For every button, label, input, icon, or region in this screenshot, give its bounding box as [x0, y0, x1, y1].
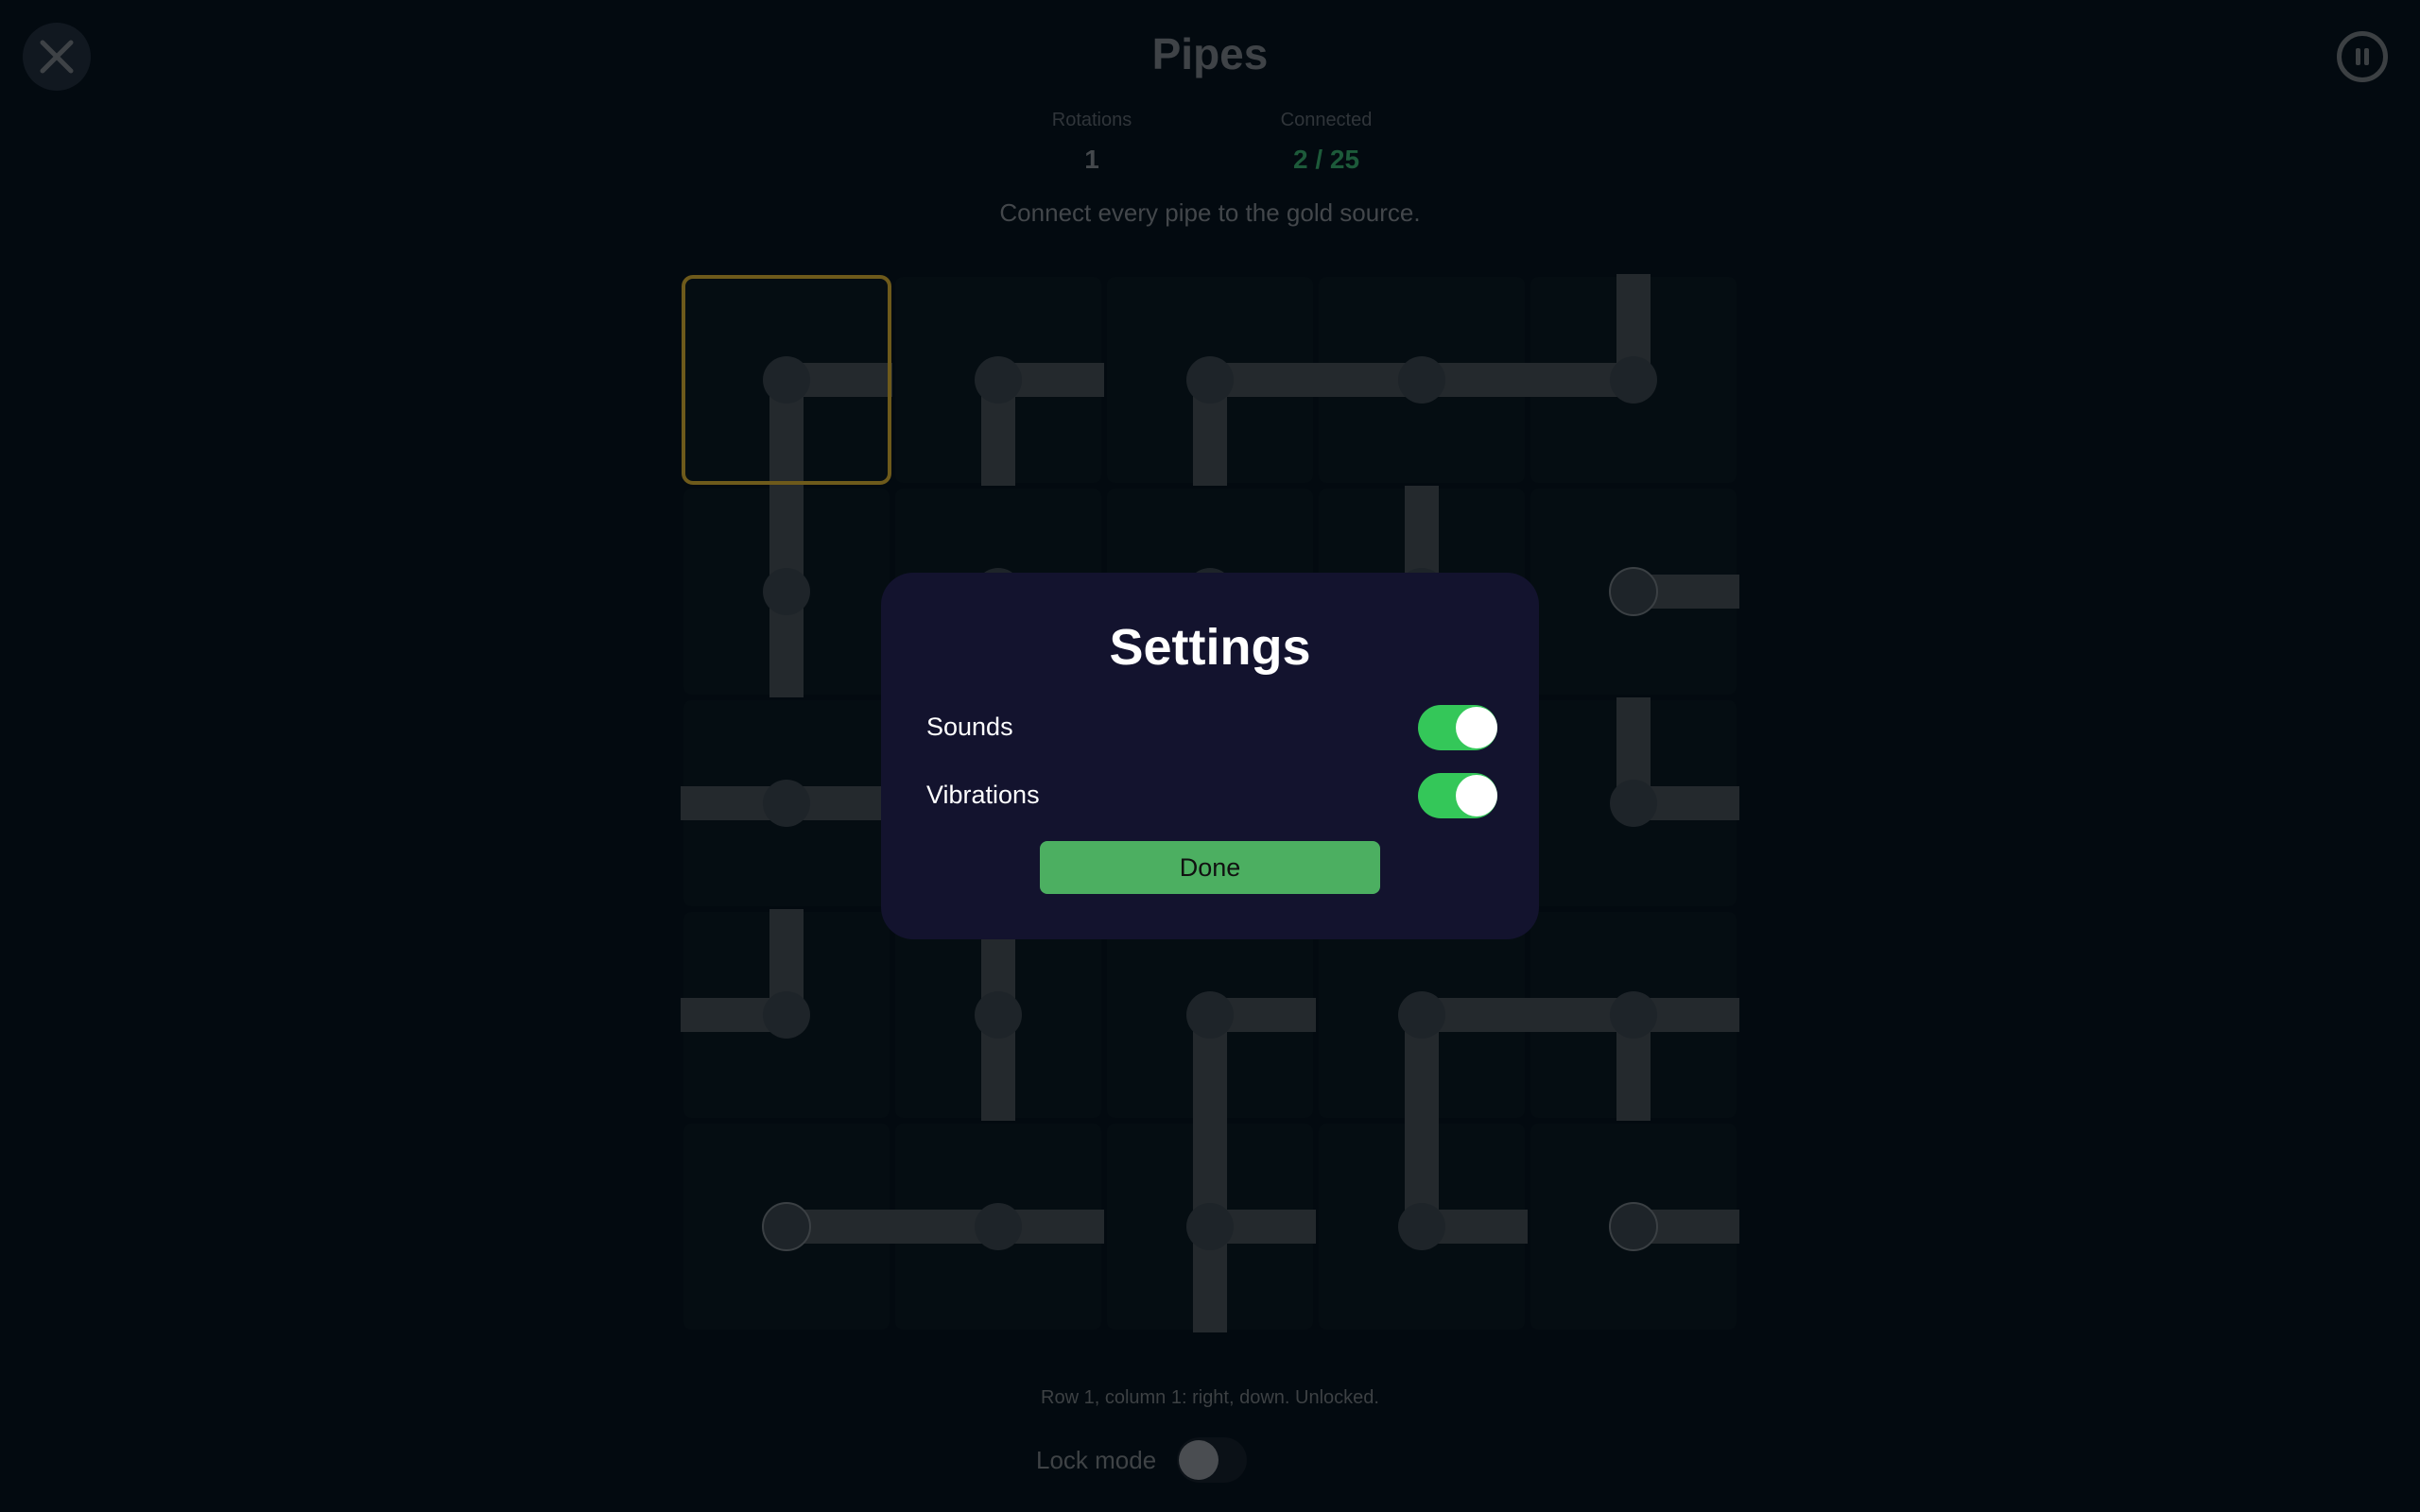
lock-mode-row: Lock mode — [1036, 1436, 1248, 1484]
pipe-joint — [1610, 780, 1657, 827]
pipe-joint — [763, 356, 810, 404]
pipe-joint — [1186, 356, 1234, 404]
sounds-toggle[interactable] — [1418, 705, 1497, 750]
pipe-joint — [1186, 1203, 1234, 1250]
pipe-joint — [1610, 991, 1657, 1039]
pipe-tile[interactable] — [1530, 697, 1739, 906]
pipe-endpoint — [762, 1202, 811, 1251]
pipe-tile[interactable] — [681, 909, 890, 1118]
connected-stat: Connected 2 / 25 — [1213, 110, 1440, 175]
pipe-tile[interactable] — [1528, 274, 1737, 483]
vibrations-label: Vibrations — [926, 781, 1040, 809]
vibrations-toggle-knob — [1456, 775, 1497, 816]
game-title: Pipes — [1151, 29, 1269, 78]
pipe-tile[interactable] — [1107, 912, 1316, 1121]
lock-mode-label: Lock mode — [1036, 1445, 1157, 1474]
lock-mode-toggle[interactable] — [1177, 1437, 1248, 1483]
pipe-joint — [1398, 356, 1445, 404]
pipe-endpoint — [1609, 567, 1658, 616]
pipe-joint — [1398, 1203, 1445, 1250]
pipe-tile[interactable] — [895, 277, 1104, 486]
connected-value: 2 / 25 — [1292, 145, 1360, 174]
pipe-tile[interactable] — [1319, 912, 1528, 1121]
pipe-tile[interactable] — [1107, 1121, 1316, 1332]
pipe-joint — [1186, 991, 1234, 1039]
pipe-joint — [975, 991, 1022, 1039]
pipe-joint — [763, 991, 810, 1039]
game-screen: Pipes Rotations 1 Connected 2 / 25 Conne… — [0, 0, 2420, 1512]
instruction-text: Connect every pipe to the gold source. — [999, 198, 1421, 227]
pipe-joint — [1610, 356, 1657, 404]
pipe-tile[interactable] — [683, 1124, 892, 1330]
rotations-label: Rotations — [1051, 110, 1132, 130]
pipe-tile[interactable] — [895, 909, 1101, 1121]
pipe-tile[interactable] — [1316, 277, 1528, 483]
sounds-toggle-knob — [1456, 707, 1497, 748]
vibrations-toggle[interactable] — [1418, 773, 1497, 818]
pipe-tile[interactable] — [1530, 1124, 1739, 1330]
sounds-label: Sounds — [926, 713, 1013, 741]
pipe-joint — [763, 568, 810, 615]
pipe-joint — [763, 780, 810, 827]
pipe-endpoint — [1609, 1202, 1658, 1251]
pipe-tile[interactable] — [1528, 912, 1739, 1121]
pause-button[interactable] — [2337, 31, 2388, 82]
pipe-tile[interactable] — [681, 700, 892, 906]
rotations-value: 1 — [1084, 145, 1099, 174]
pipe-tile[interactable] — [1319, 1121, 1528, 1330]
pipe-tile[interactable] — [1530, 489, 1739, 695]
pipe-joint — [975, 1203, 1022, 1250]
done-button[interactable]: Done — [1040, 841, 1380, 894]
pipe-joint — [1398, 991, 1445, 1039]
pipe-joint — [975, 356, 1022, 404]
pipe-tile[interactable] — [892, 1124, 1104, 1330]
pipe-tile[interactable] — [683, 277, 892, 486]
settings-title: Settings — [1109, 619, 1311, 676]
connected-label: Connected — [1280, 110, 1373, 130]
rotations-stat: Rotations 1 — [978, 110, 1205, 175]
lock-mode-knob — [1179, 1440, 1219, 1480]
selected-tile-status: Row 1, column 1: right, down. Unlocked. — [1041, 1387, 1379, 1408]
settings-dialog: Settings Sounds Vibrations Done — [881, 573, 1539, 939]
pipe-tile[interactable] — [1107, 277, 1316, 486]
pipe-tile[interactable] — [683, 486, 890, 697]
